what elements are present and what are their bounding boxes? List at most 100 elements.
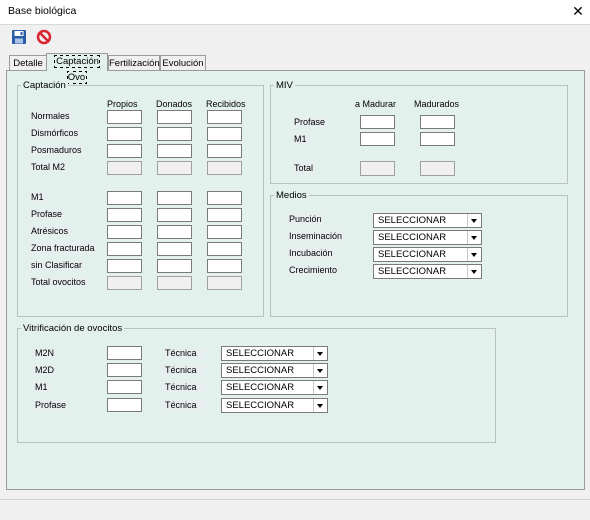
medios-label-crecimiento: Crecimiento [287, 265, 340, 275]
miv-title: MIV [274, 80, 295, 91]
column-header-donados: Donados [156, 99, 193, 109]
miv-profase-madurados-field[interactable] [420, 115, 455, 129]
close-button[interactable]: ✕ [570, 2, 586, 20]
select-value: SELECCIONAR [226, 400, 295, 411]
row-label-posmaduros: Posmaduros [29, 145, 84, 155]
title-bar [0, 0, 590, 25]
row-label-profase: Profase [29, 209, 65, 219]
miv-profase-a-madurar-field[interactable] [360, 115, 395, 129]
tab-evolucion[interactable]: Evolución [160, 55, 206, 70]
row-label-total-m2: Total M2 [29, 162, 68, 172]
chevron-down-icon[interactable] [313, 347, 327, 360]
vitri-label-m2d: M2D [33, 365, 57, 375]
tecnica-label: Técnica [163, 400, 205, 410]
medios-incubacion-select[interactable]: SELECCIONAR [373, 247, 482, 262]
posmaduros-propios-field[interactable] [107, 144, 142, 158]
sin-clasificar-donados-field[interactable] [157, 259, 192, 273]
medios-label-incubacion: Incubación [287, 248, 335, 258]
miv-row-label-total: Total [292, 163, 316, 173]
medios-crecimiento-select[interactable]: SELECCIONAR [373, 264, 482, 279]
normales-donados-field[interactable] [157, 110, 192, 124]
tab-captacion-ovo[interactable]: Captación Ovo [46, 53, 108, 84]
normales-propios-field[interactable] [107, 110, 142, 124]
vitri-m1-tecnica-select[interactable]: SELECCIONAR [221, 380, 328, 395]
chevron-down-icon[interactable] [467, 248, 481, 261]
chevron-down-icon[interactable] [467, 214, 481, 227]
miv-row-label-profase: Profase [292, 117, 328, 127]
posmaduros-recibidos-field[interactable] [207, 144, 242, 158]
profase-recibidos-field[interactable] [207, 208, 242, 222]
medios-label-inseminacion: Inseminación [287, 231, 345, 241]
row-label-m1: M1 [29, 192, 46, 202]
profase-donados-field[interactable] [157, 208, 192, 222]
medios-inseminacion-select[interactable]: SELECCIONAR [373, 230, 482, 245]
zona-fracturada-recibidos-field[interactable] [207, 242, 242, 256]
miv-row-label-m1: M1 [292, 134, 309, 144]
m1-donados-field[interactable] [157, 191, 192, 205]
medios-puncion-select[interactable]: SELECCIONAR [373, 213, 482, 228]
total-m2-recibidos-field [207, 161, 242, 175]
cancel-button[interactable] [36, 29, 54, 47]
normales-recibidos-field[interactable] [207, 110, 242, 124]
chevron-down-icon[interactable] [467, 265, 481, 278]
miv-total-a-madurar-field [360, 161, 395, 176]
vitri-m2d-field[interactable] [107, 363, 142, 377]
zona-fracturada-propios-field[interactable] [107, 242, 142, 256]
row-label-dismorficos: Dismórficos [29, 128, 81, 138]
select-value: SELECCIONAR [226, 365, 295, 376]
dismorficos-recibidos-field[interactable] [207, 127, 242, 141]
row-label-total-ovocitos: Total ovocitos [29, 277, 88, 287]
vitri-label-m1: M1 [33, 382, 50, 392]
atresicos-propios-field[interactable] [107, 225, 142, 239]
m1-recibidos-field[interactable] [207, 191, 242, 205]
window-title: Base biológica [8, 5, 77, 17]
profase-propios-field[interactable] [107, 208, 142, 222]
medios-label-puncion: Punción [287, 214, 324, 224]
status-bar [0, 499, 590, 520]
select-value: SELECCIONAR [378, 249, 447, 260]
chevron-down-icon[interactable] [313, 381, 327, 394]
m1-propios-field[interactable] [107, 191, 142, 205]
cancel-icon [36, 29, 52, 45]
miv-total-madurados-field [420, 161, 455, 176]
tecnica-label: Técnica [163, 348, 205, 358]
tecnica-label: Técnica [163, 365, 205, 375]
total-ovocitos-recibidos-field [207, 276, 242, 290]
atresicos-donados-field[interactable] [157, 225, 192, 239]
captacion-title: Captación [21, 80, 68, 91]
select-value: SELECCIONAR [378, 266, 447, 277]
save-button[interactable] [11, 29, 29, 47]
chevron-down-icon[interactable] [313, 399, 327, 412]
column-header-madurados: Madurados [414, 99, 460, 109]
select-value: SELECCIONAR [226, 348, 295, 359]
sin-clasificar-propios-field[interactable] [107, 259, 142, 273]
select-value: SELECCIONAR [378, 215, 447, 226]
atresicos-recibidos-field[interactable] [207, 225, 242, 239]
vitri-m2d-tecnica-select[interactable]: SELECCIONAR [221, 363, 328, 378]
vitri-m2n-tecnica-select[interactable]: SELECCIONAR [221, 346, 328, 361]
vitri-label-m2n: M2N [33, 348, 57, 358]
zona-fracturada-donados-field[interactable] [157, 242, 192, 256]
dismorficos-donados-field[interactable] [157, 127, 192, 141]
row-label-atresicos: Atrésicos [29, 226, 71, 236]
medios-title: Medios [274, 190, 309, 201]
posmaduros-donados-field[interactable] [157, 144, 192, 158]
row-label-sin-clasificar: sin Clasificar [29, 260, 85, 270]
chevron-down-icon[interactable] [313, 364, 327, 377]
total-ovocitos-propios-field [107, 276, 142, 290]
total-m2-propios-field [107, 161, 142, 175]
miv-m1-a-madurar-field[interactable] [360, 132, 395, 146]
vitri-m2n-field[interactable] [107, 346, 142, 360]
vitri-profase-field[interactable] [107, 398, 142, 412]
sin-clasificar-recibidos-field[interactable] [207, 259, 242, 273]
vitri-m1-field[interactable] [107, 380, 142, 394]
row-label-zona-fracturada: Zona fracturada [29, 243, 97, 253]
tab-detalle[interactable]: Detalle [9, 55, 47, 70]
vitri-profase-tecnica-select[interactable]: SELECCIONAR [221, 398, 328, 413]
tab-fertilizacion[interactable]: Fertilización [108, 55, 160, 70]
dismorficos-propios-field[interactable] [107, 127, 142, 141]
chevron-down-icon[interactable] [467, 231, 481, 244]
total-ovocitos-donados-field [157, 276, 192, 290]
miv-m1-madurados-field[interactable] [420, 132, 455, 146]
column-header-propios: Propios [107, 99, 138, 109]
